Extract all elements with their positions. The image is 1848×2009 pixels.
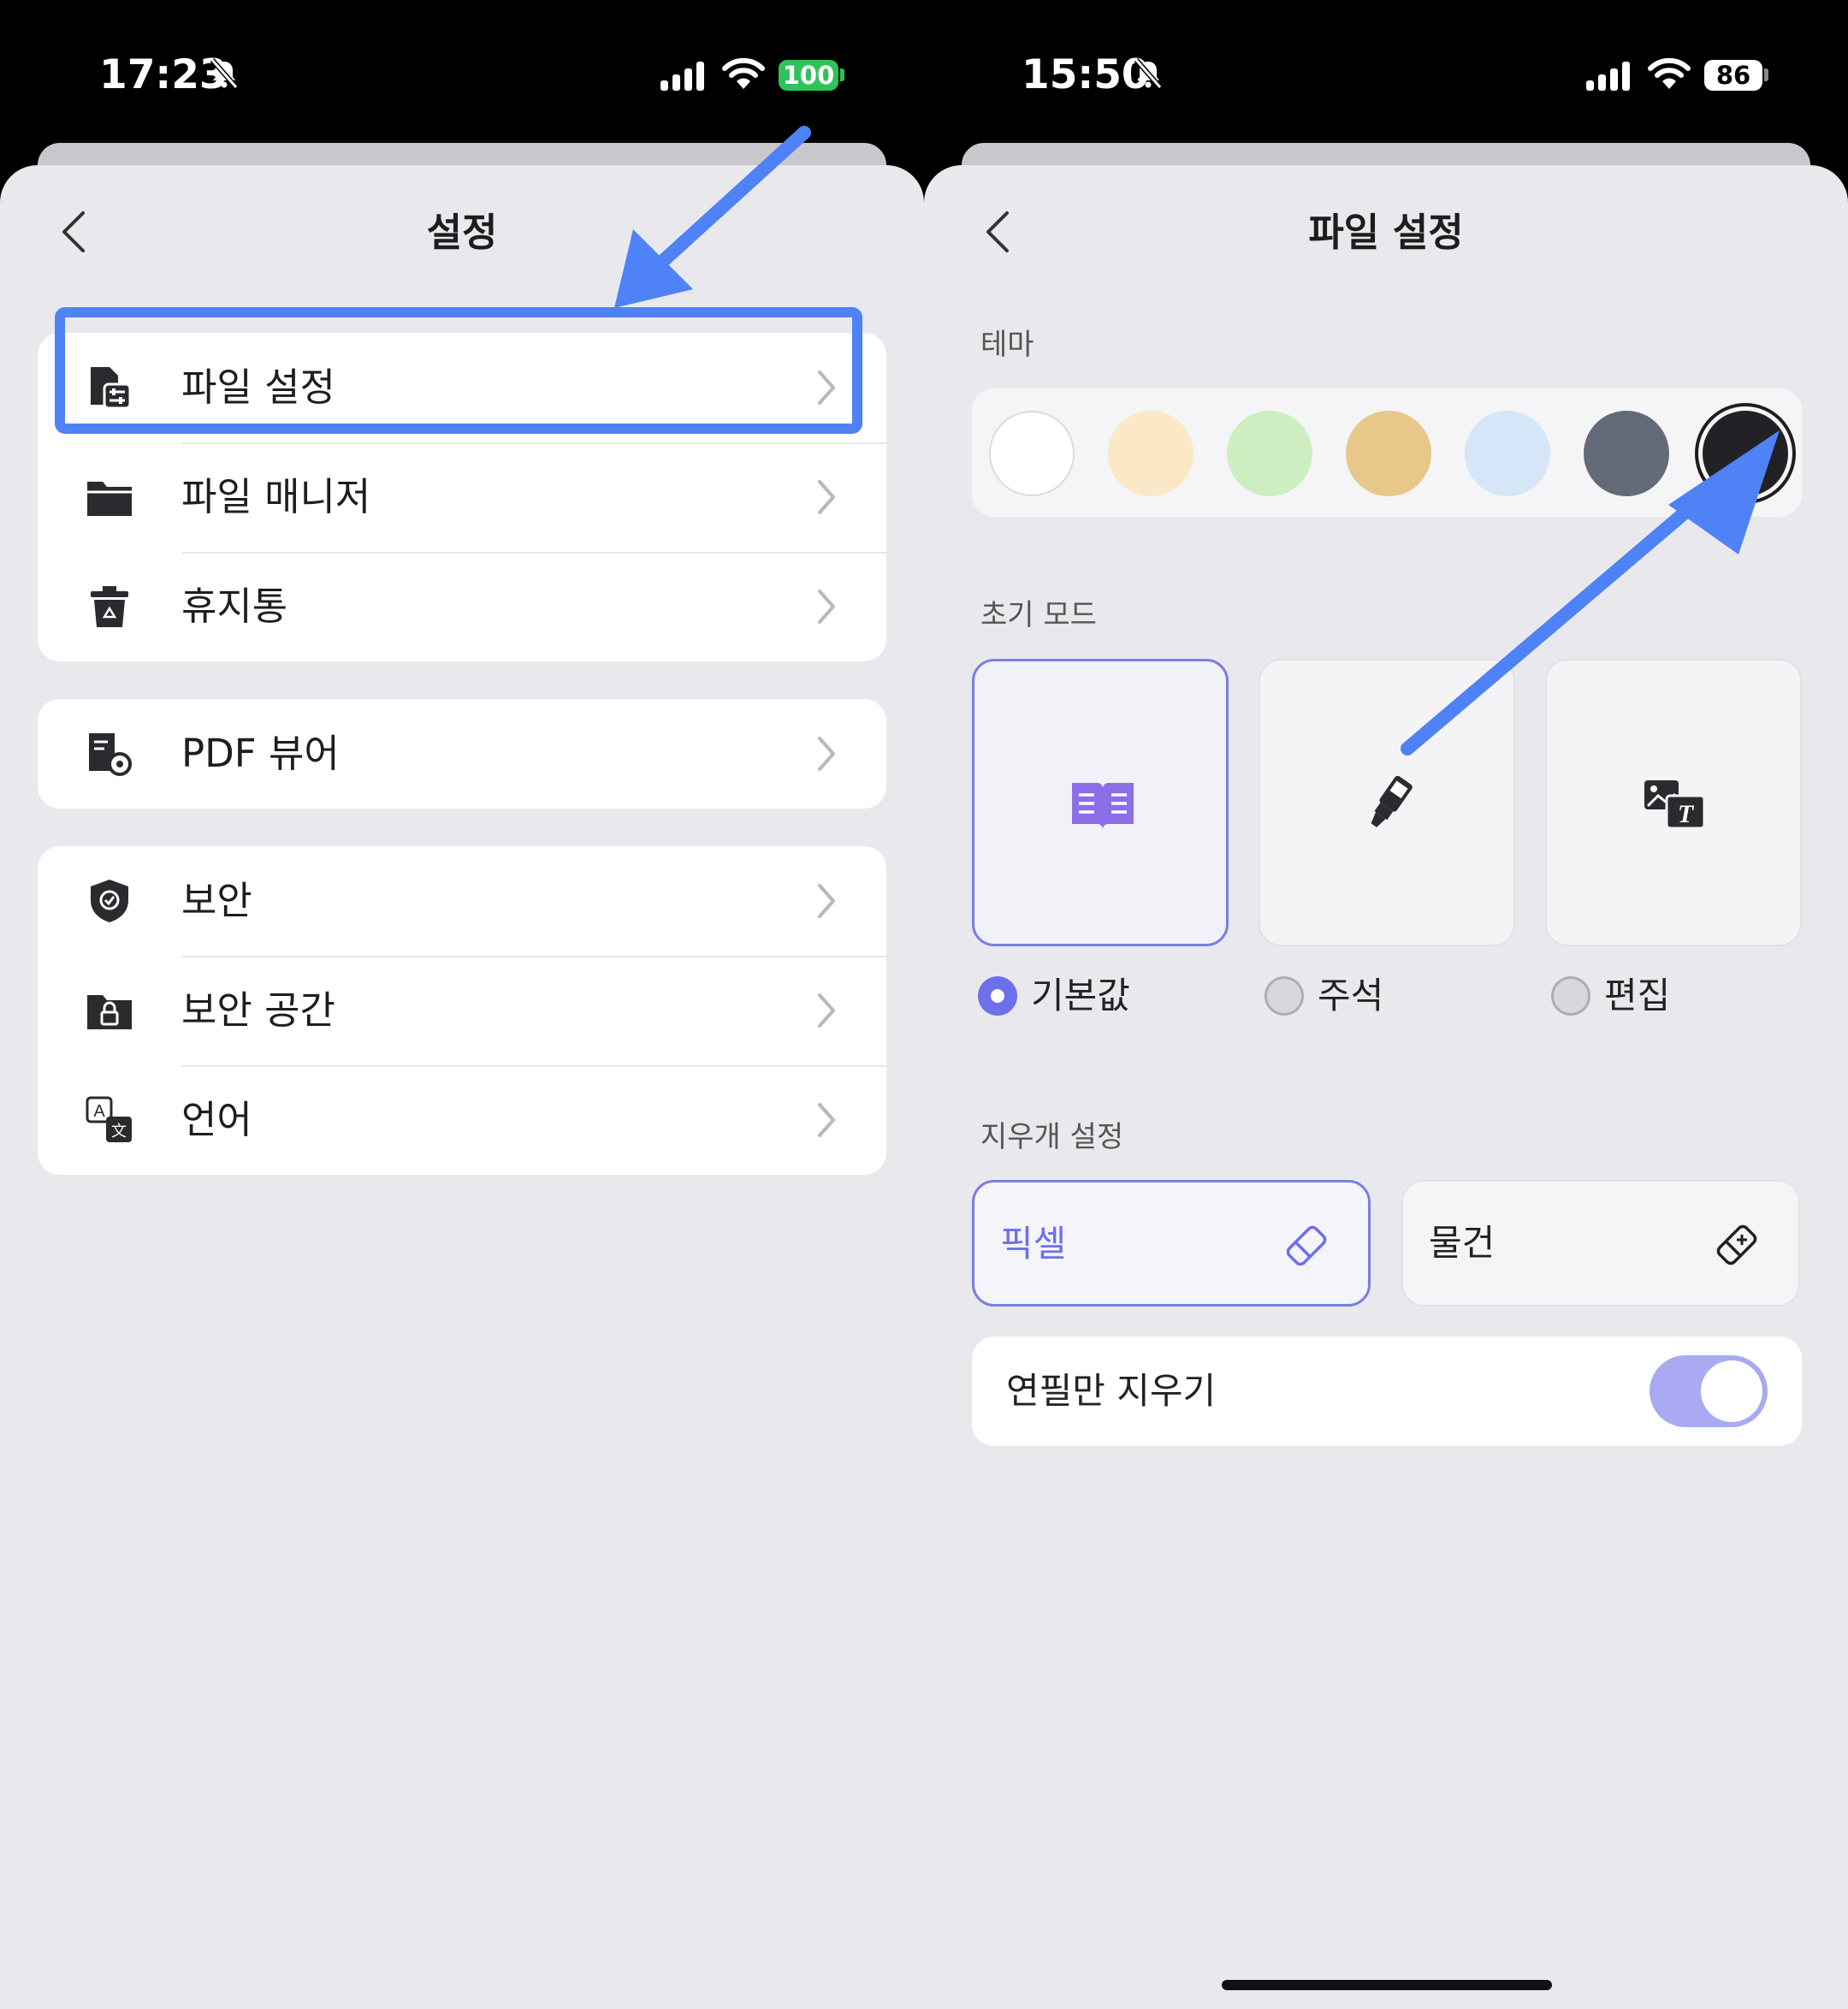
settings-sheet: 설정 파일 설정 파일 매니저 휴지통 PDF 뷰어 보안 보안 공간 A 文 … xyxy=(0,165,924,2009)
menu-item-trash[interactable]: 휴지통 xyxy=(38,552,886,661)
chevron-right-icon xyxy=(818,590,835,624)
radio-edit[interactable] xyxy=(1551,976,1590,1016)
radio-label-edit: 편집 xyxy=(1604,975,1671,1016)
menu-item-label: 언어 xyxy=(181,1097,252,1142)
pencil-only-erase-toggle[interactable] xyxy=(1650,1355,1768,1427)
annotation-arrow xyxy=(1401,430,1780,756)
annotation-arrow xyxy=(614,126,811,308)
menu-item-label: 파일 매니저 xyxy=(181,474,371,519)
pdf-viewer-icon xyxy=(89,733,132,776)
svg-text:A: A xyxy=(93,1102,105,1121)
settings-group-viewer: PDF 뷰어 xyxy=(38,699,886,809)
radio-label-annotate: 주석 xyxy=(1318,975,1384,1016)
menu-item-language[interactable]: A 文 언어 xyxy=(38,1065,886,1175)
chevron-right-icon xyxy=(818,480,835,514)
section-label-eraser: 지우개 설정 xyxy=(980,1120,1124,1154)
phone-left-screen: 17:23 100 설정 파일 설정 파일 매니저 휴지통 PDF 뷰어 보안 … xyxy=(0,0,924,2009)
toggle-knob xyxy=(1701,1360,1762,1422)
shield-icon xyxy=(91,880,128,922)
radio-label-default: 기본값 xyxy=(1031,975,1130,1016)
radio-annotate[interactable] xyxy=(1265,976,1304,1016)
folder-icon xyxy=(87,482,132,516)
menu-item-label: 휴지통 xyxy=(181,584,288,629)
phone-right-screen: 15:50 86 파일 설정 테마 초기 모드 T 기본값 주석 편집 지우개 … xyxy=(924,0,1848,2009)
home-indicator xyxy=(1222,1980,1552,1990)
svg-text:文: 文 xyxy=(111,1123,127,1141)
chevron-right-icon xyxy=(818,993,835,1028)
chevron-right-icon xyxy=(818,1103,835,1137)
menu-item-security[interactable]: 보안 xyxy=(38,846,886,956)
eraser-option-label: 물건 xyxy=(1429,1222,1496,1264)
menu-item-label: PDF 뷰어 xyxy=(181,731,340,776)
pixel-eraser-icon xyxy=(1286,1225,1327,1266)
trash-icon xyxy=(91,586,128,627)
pencil-only-erase-row: 연필만 지우기 xyxy=(972,1336,1802,1446)
settings-group-security: 보안 보안 공간 A 文 언어 xyxy=(38,846,886,1175)
menu-item-secure-space[interactable]: 보안 공간 xyxy=(38,956,886,1065)
eraser-option-label: 픽셀 xyxy=(1000,1223,1067,1265)
language-icon: A 文 xyxy=(86,1096,132,1142)
menu-item-pdf-viewer[interactable]: PDF 뷰어 xyxy=(38,699,886,809)
menu-item-file-manager[interactable]: 파일 매니저 xyxy=(38,442,886,552)
object-eraser-icon xyxy=(1716,1224,1757,1265)
menu-item-label: 보안 공간 xyxy=(181,987,335,1033)
pencil-only-erase-label: 연필만 지우기 xyxy=(1006,1370,1217,1412)
eraser-option-object[interactable]: 물건 xyxy=(1401,1180,1800,1307)
chevron-right-icon xyxy=(818,737,835,771)
secure-folder-icon xyxy=(87,995,132,1029)
radio-default[interactable] xyxy=(978,976,1017,1016)
eraser-option-pixel[interactable]: 픽셀 xyxy=(972,1180,1371,1307)
chevron-right-icon xyxy=(818,884,835,918)
menu-item-label: 보안 xyxy=(181,878,252,923)
